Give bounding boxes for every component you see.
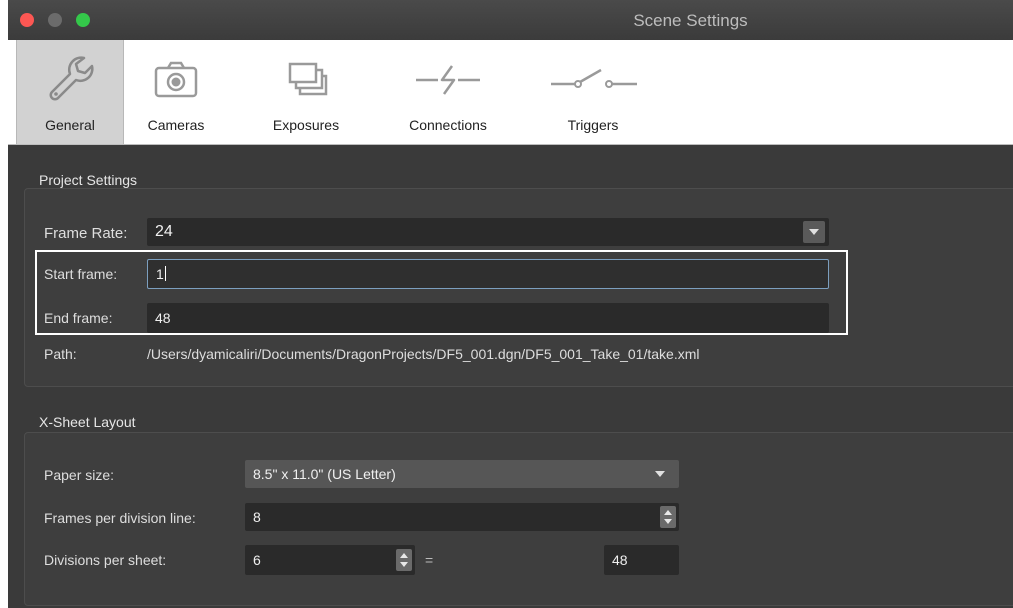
text-cursor xyxy=(164,266,166,281)
tab-triggers-label: Triggers xyxy=(567,117,619,133)
start-frame-input[interactable]: 1 xyxy=(147,259,829,289)
exposures-icon xyxy=(258,48,354,108)
divisions-per-sheet-value: 6 xyxy=(253,552,261,568)
xsheet-layout-title: X-Sheet Layout xyxy=(39,414,136,430)
scene-settings-window: Scene Settings General Cameras Exposures… xyxy=(8,0,1013,608)
paper-size-label: Paper size: xyxy=(44,467,115,483)
chevron-down-icon xyxy=(809,229,819,235)
start-frame-label: Start frame: xyxy=(44,266,118,282)
start-frame-value: 1 xyxy=(156,266,164,282)
path-label: Path: xyxy=(44,346,77,362)
path-value: /Users/dyamicaliri/Documents/DragonProje… xyxy=(147,346,700,362)
title-bar: Scene Settings xyxy=(8,0,1013,40)
frames-per-division-label: Frames per division line: xyxy=(44,510,196,526)
project-settings-title: Project Settings xyxy=(39,172,138,188)
settings-toolbar: General Cameras Exposures Connections Tr… xyxy=(8,40,1013,145)
tab-general-label: General xyxy=(45,117,95,133)
paper-size-value: 8.5" x 11.0" (US Letter) xyxy=(253,466,396,482)
tab-connections-label: Connections xyxy=(409,117,487,133)
tab-exposures-label: Exposures xyxy=(272,117,340,133)
connections-icon xyxy=(388,48,508,108)
frame-rate-dropdown-button[interactable] xyxy=(803,221,825,243)
stepper-arrows-icon xyxy=(400,553,408,567)
end-frame-value: 48 xyxy=(155,310,171,326)
tab-cameras-label: Cameras xyxy=(147,117,205,133)
frame-rate-label: Frame Rate: xyxy=(44,225,128,242)
stepper-arrows-icon xyxy=(664,510,672,524)
tab-connections[interactable]: Connections xyxy=(388,40,508,144)
frames-per-division-stepper[interactable] xyxy=(660,506,676,528)
tab-cameras[interactable]: Cameras xyxy=(132,40,220,144)
tab-exposures[interactable]: Exposures xyxy=(258,40,354,144)
camera-icon xyxy=(132,48,220,108)
equals-sign: = xyxy=(425,552,434,568)
frame-rate-select[interactable]: 24 xyxy=(147,218,829,246)
divisions-per-sheet-stepper[interactable] xyxy=(396,549,412,571)
triggers-icon xyxy=(538,48,648,108)
frames-per-division-input[interactable]: 8 xyxy=(245,503,679,531)
tab-triggers[interactable]: Triggers xyxy=(538,40,648,144)
chevron-down-icon xyxy=(655,471,665,477)
paper-size-select[interactable]: 8.5" x 11.0" (US Letter) xyxy=(245,460,679,488)
tab-general[interactable]: General xyxy=(16,40,124,144)
total-frames-value: 48 xyxy=(612,552,628,568)
end-frame-input[interactable]: 48 xyxy=(147,303,829,333)
window-title: Scene Settings xyxy=(633,11,748,30)
divisions-per-sheet-label: Divisions per sheet: xyxy=(44,552,167,568)
frames-per-division-value: 8 xyxy=(253,509,261,525)
wrench-icon xyxy=(17,48,123,108)
frame-rate-value: 24 xyxy=(155,223,173,240)
divisions-per-sheet-input[interactable]: 6 xyxy=(245,545,415,575)
total-frames-display: 48 xyxy=(604,545,679,575)
end-frame-label: End frame: xyxy=(44,310,113,326)
